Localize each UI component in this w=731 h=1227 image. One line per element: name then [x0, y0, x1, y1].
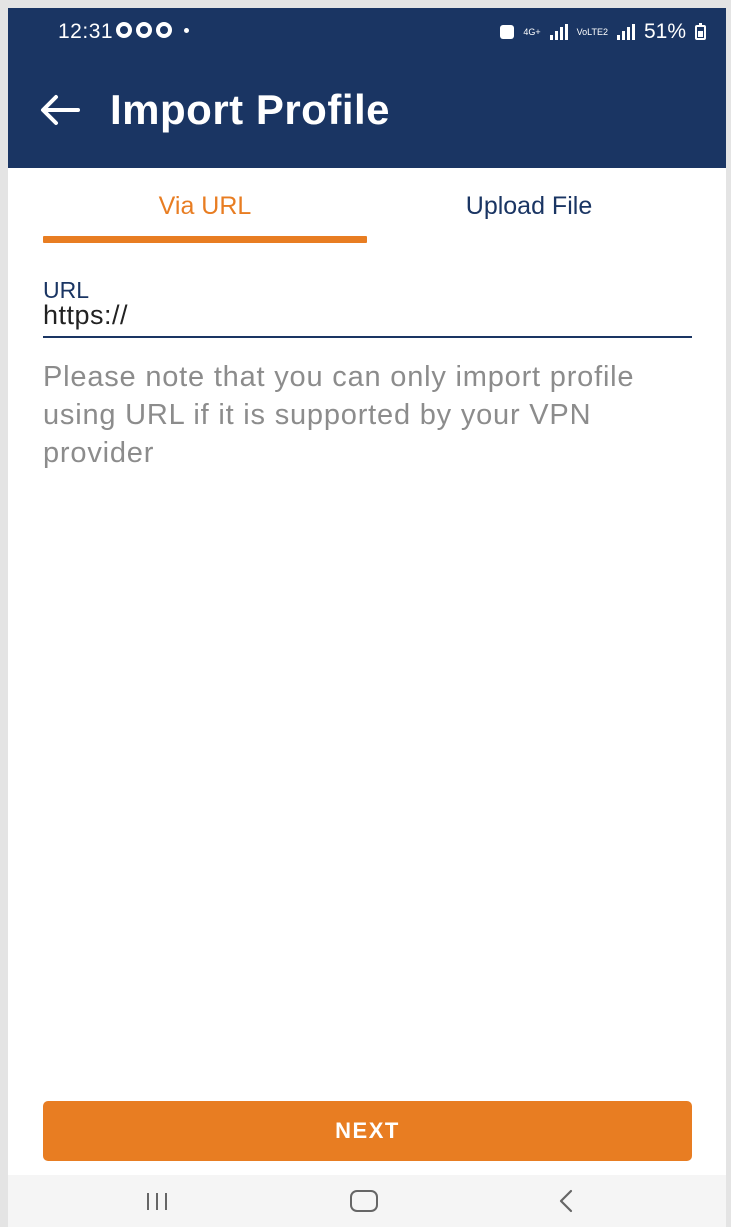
arrow-left-icon — [41, 95, 80, 125]
recents-button[interactable] — [132, 1187, 182, 1215]
alarm-icon — [500, 25, 515, 39]
battery-icon — [695, 22, 706, 40]
tab-upload-file[interactable]: Upload File — [367, 168, 691, 244]
next-button[interactable]: NEXT — [43, 1101, 692, 1161]
notification-icons — [116, 22, 189, 38]
url-input[interactable] — [43, 296, 692, 334]
signal-icon — [549, 24, 568, 40]
page-title: Import Profile — [110, 86, 391, 133]
import-tabs: Via URL Upload File — [8, 168, 726, 244]
notification-icon — [116, 22, 132, 38]
home-icon — [350, 1190, 378, 1212]
system-nav-bar — [8, 1175, 726, 1227]
more-notifications-dot-icon — [184, 27, 189, 33]
url-underline — [43, 336, 692, 338]
home-button[interactable] — [339, 1187, 389, 1215]
battery-percent: 51% — [643, 20, 686, 43]
status-bar: 12:31 4G+ VoLTE2 51% — [8, 8, 726, 54]
back-button[interactable] — [38, 92, 82, 128]
app-bar: Import Profile — [8, 54, 726, 168]
signal-icon — [616, 24, 635, 40]
recents-icon — [147, 1192, 167, 1210]
active-tab-indicator — [43, 236, 367, 243]
notification-icon — [156, 22, 172, 38]
network-type-label: 4G+ — [523, 26, 541, 37]
notification-icon — [136, 22, 152, 38]
import-note: Please note that you can only import pro… — [43, 361, 635, 469]
system-status: 4G+ VoLTE2 51% — [500, 20, 706, 44]
tab-via-url[interactable]: Via URL — [43, 168, 367, 244]
url-field: URL — [43, 272, 692, 340]
phone-screen: 12:31 4G+ VoLTE2 51% Import Profile Via … — [8, 8, 726, 1227]
status-time: 12:31 — [58, 20, 114, 43]
volte-label: VoLTE2 — [576, 26, 608, 37]
nav-back-button[interactable] — [541, 1187, 591, 1215]
back-icon — [559, 1189, 573, 1213]
